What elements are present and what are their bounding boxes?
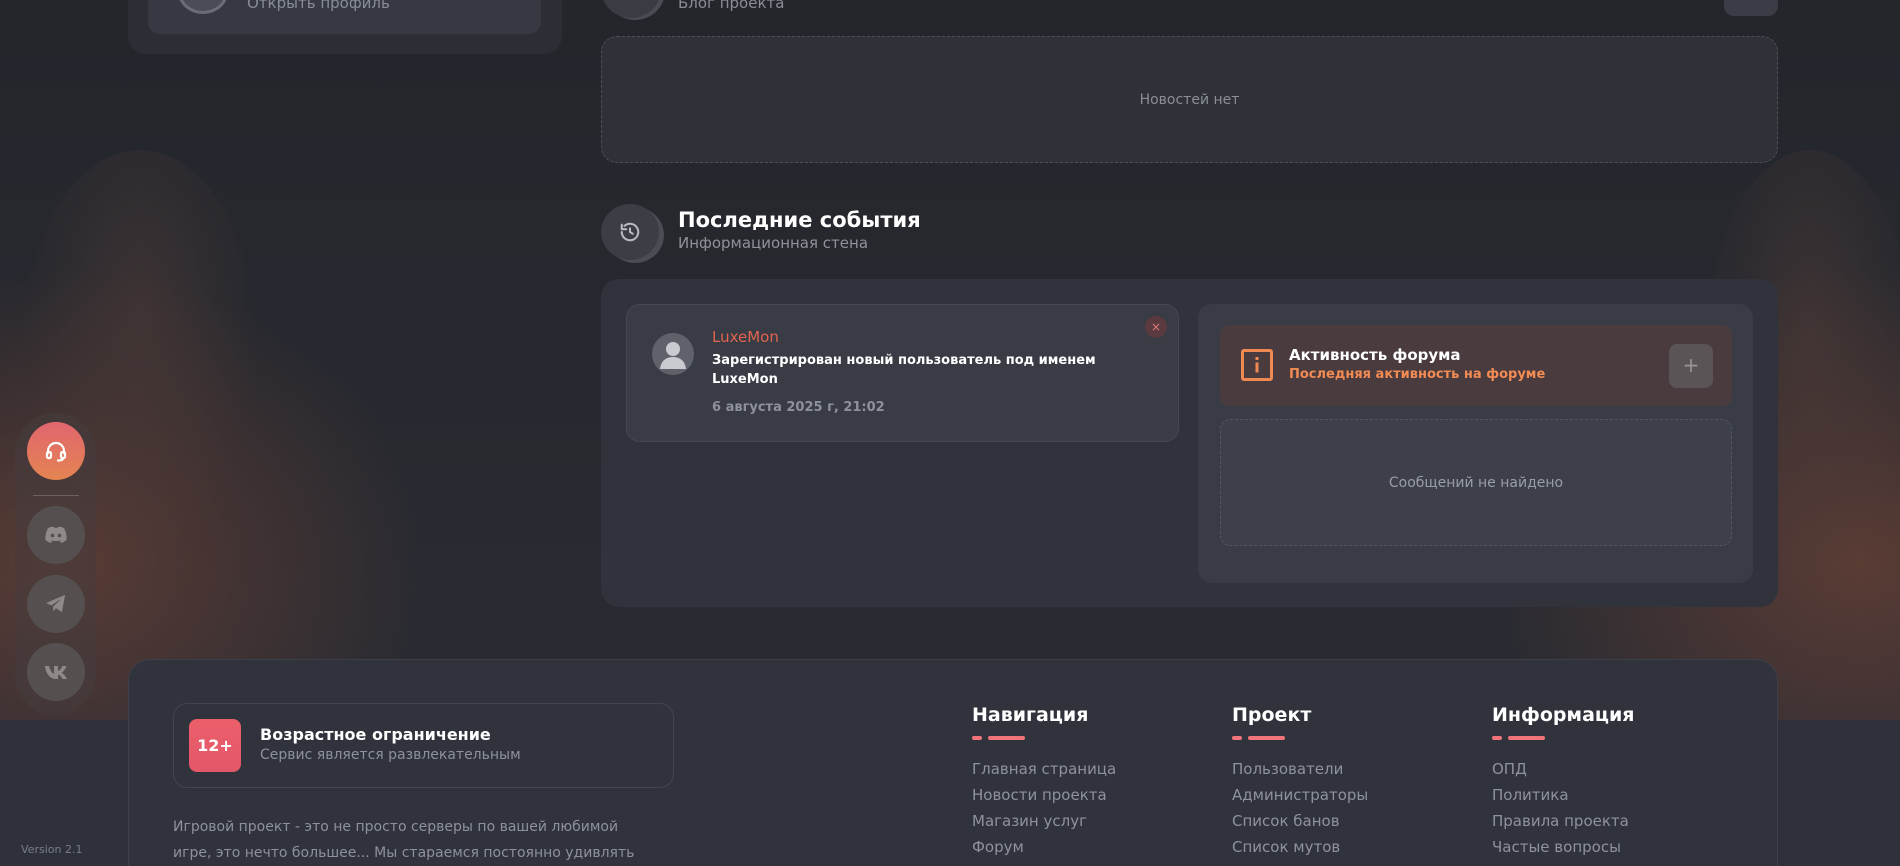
footer-link[interactable]: Список мутов bbox=[1232, 834, 1368, 860]
age-rating-badge: 12+ bbox=[189, 719, 241, 772]
social-divider bbox=[33, 495, 79, 496]
news-empty-text: Новостей нет bbox=[1139, 91, 1240, 108]
project-description: Игровой проект - это не просто серверы п… bbox=[173, 814, 673, 866]
events-title: Последние события bbox=[678, 208, 921, 232]
footer-link[interactable]: Новости проекта bbox=[972, 782, 1116, 808]
history-icon bbox=[601, 204, 659, 260]
news-empty-placeholder: Новостей нет bbox=[601, 36, 1778, 163]
forum-empty-placeholder: Сообщений не найдено bbox=[1220, 419, 1732, 546]
footer-column-project: Проект Пользователи Администраторы Списо… bbox=[1232, 704, 1368, 860]
footer-link[interactable]: Форум bbox=[972, 834, 1116, 860]
user-avatar-icon[interactable] bbox=[652, 333, 694, 375]
footer-column-title: Навигация bbox=[972, 704, 1089, 726]
age-restriction-box bbox=[173, 703, 674, 788]
footer-column-navigation: Навигация Главная страница Новости проек… bbox=[972, 704, 1116, 860]
title-accent bbox=[1492, 736, 1634, 742]
footer-link[interactable]: Частые вопросы bbox=[1492, 834, 1634, 860]
blog-more-button[interactable] bbox=[1724, 0, 1778, 16]
age-restriction-title: Возрастное ограничение bbox=[260, 725, 491, 744]
footer-column-information: Информация ОПД Политика Правила проекта … bbox=[1492, 704, 1634, 860]
headset-icon[interactable] bbox=[27, 422, 85, 480]
title-accent bbox=[1232, 736, 1368, 742]
footer-link[interactable]: Правила проекта bbox=[1492, 808, 1634, 834]
forum-activity-header bbox=[1220, 325, 1732, 406]
age-restriction-subtitle: Сервис является развлекательным bbox=[260, 747, 521, 763]
open-profile-link[interactable]: Открыть профиль bbox=[247, 0, 390, 12]
telegram-icon[interactable] bbox=[27, 575, 85, 633]
blog-section-subtitle: Блог проекта bbox=[678, 0, 785, 12]
title-accent bbox=[972, 736, 1116, 742]
forum-activity-subtitle: Последняя активность на форуме bbox=[1289, 367, 1546, 382]
footer-link[interactable]: Пользователи bbox=[1232, 756, 1368, 782]
close-icon[interactable]: × bbox=[1145, 316, 1167, 338]
forum-activity-title: Активность форума bbox=[1289, 346, 1461, 364]
project-description-line: игре, это нечто большее... Мы стараемся … bbox=[173, 845, 635, 861]
footer-link[interactable]: Главная страница bbox=[972, 756, 1116, 782]
footer-column-title: Информация bbox=[1492, 704, 1635, 726]
footer-link[interactable]: Администраторы bbox=[1232, 782, 1368, 808]
forum-empty-text: Сообщений не найдено bbox=[1388, 474, 1564, 491]
footer-link[interactable]: Список банов bbox=[1232, 808, 1368, 834]
events-subtitle: Информационная стена bbox=[678, 234, 869, 252]
discord-icon[interactable] bbox=[27, 506, 85, 564]
add-button[interactable]: + bbox=[1669, 344, 1713, 388]
footer-column-title: Проект bbox=[1232, 704, 1312, 726]
event-message: Зарегистрирован новый пользователь под и… bbox=[712, 353, 1096, 387]
version-label: Version 2.1 bbox=[21, 843, 83, 856]
footer-link[interactable]: ОПД bbox=[1492, 756, 1634, 782]
footer-link[interactable]: Магазин услуг bbox=[972, 808, 1116, 834]
footer-link[interactable]: Политика bbox=[1492, 782, 1634, 808]
event-username-link[interactable]: LuxeMon bbox=[712, 328, 779, 346]
project-description-line: Игровой проект - это не просто серверы п… bbox=[173, 819, 619, 835]
info-icon bbox=[1241, 349, 1273, 381]
event-date: 6 августа 2025 г, 21:02 bbox=[712, 400, 885, 415]
vk-icon[interactable] bbox=[27, 643, 85, 701]
